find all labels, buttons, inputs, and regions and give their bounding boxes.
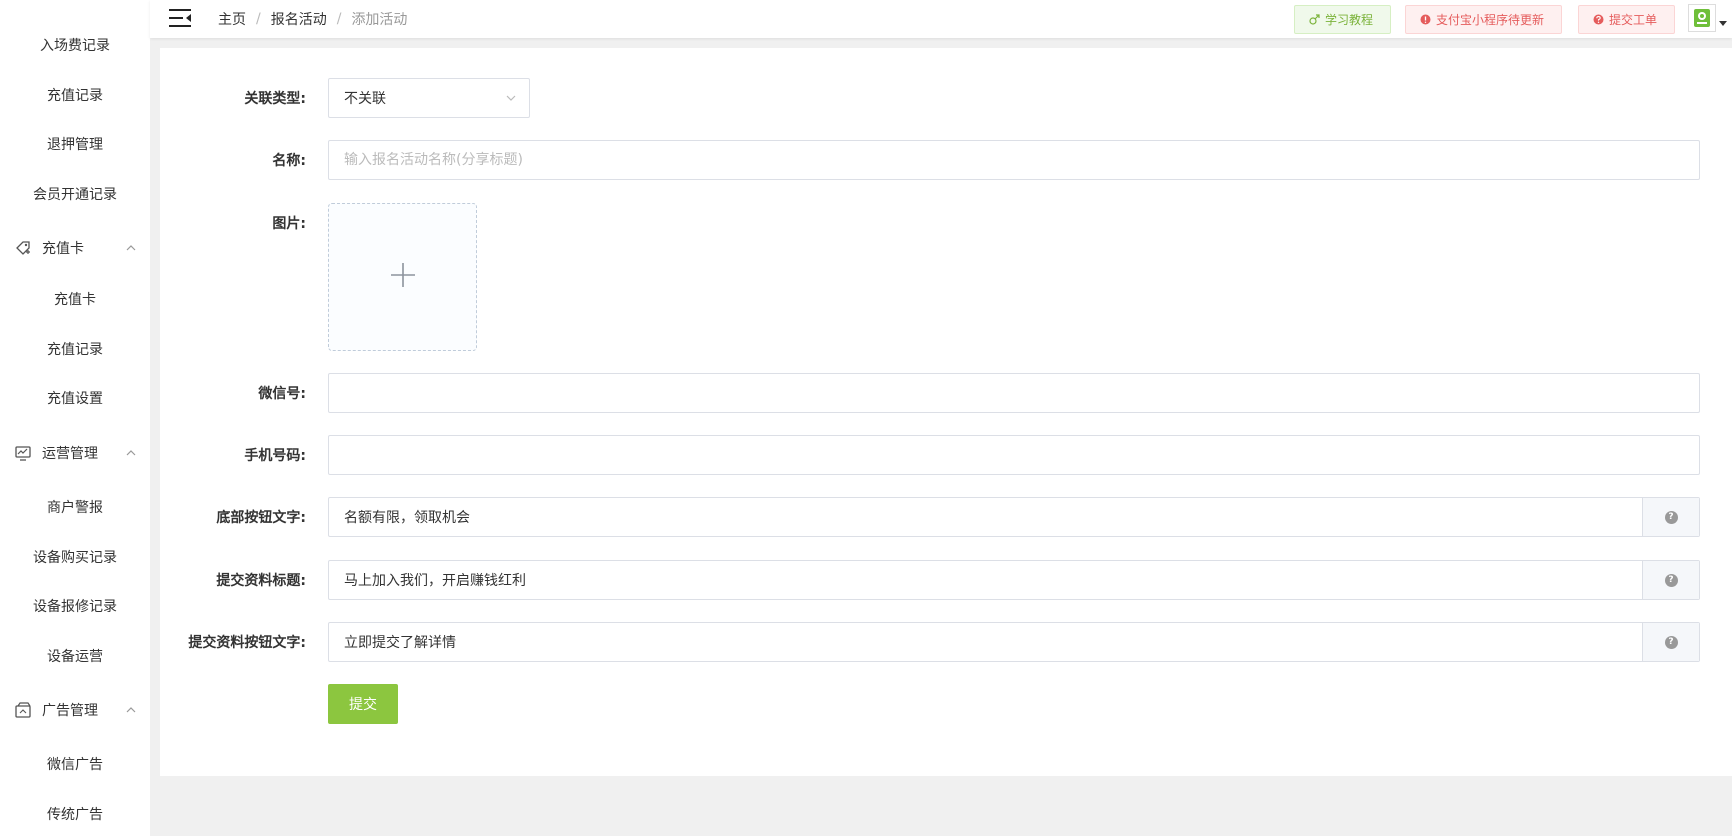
tutorial-label: 学习教程 <box>1325 13 1374 27</box>
relation-type-select[interactable]: 不关联 <box>328 78 530 118</box>
sidebar: 入场费记录 充值记录 退押管理 会员开通记录 充值卡 充值卡 充值记录 充值设置… <box>0 0 150 836</box>
sidebar-item-partial[interactable] <box>0 0 150 11</box>
sidebar-item-recharge-records[interactable]: 充值记录 <box>0 85 150 105</box>
breadcrumb-home[interactable]: 主页 <box>218 9 246 29</box>
sidebar-item-device-repair[interactable]: 设备报修记录 <box>0 596 150 616</box>
submit-ticket-label: 提交工单 <box>1609 13 1658 27</box>
image-upload[interactable] <box>328 203 477 351</box>
chevron-up-icon <box>124 703 138 717</box>
breadcrumb: 主页 / 报名活动 / 添加活动 <box>218 9 407 29</box>
question-icon: ? <box>1664 573 1678 587</box>
sidebar-item-membership-records[interactable]: 会员开通记录 <box>0 184 150 204</box>
bottom-button-text-label: 底部按钮文字: <box>216 510 306 526</box>
sidebar-item-merchant-alerts[interactable]: 商户警报 <box>0 497 150 517</box>
sidebar-group-label: 运营管理 <box>42 446 98 462</box>
sidebar-item-entry-fee-records[interactable]: 入场费记录 <box>0 35 150 55</box>
relation-type-label: 关联类型: <box>244 91 306 107</box>
chevron-up-icon <box>124 446 138 460</box>
breadcrumb-signup-activity[interactable]: 报名活动 <box>271 9 327 29</box>
submit-button[interactable]: 提交 <box>328 684 398 724</box>
caret-down-icon[interactable] <box>1719 21 1727 26</box>
chevron-up-icon <box>124 241 138 255</box>
phone-label: 手机号码: <box>244 448 306 464</box>
bottom-button-text-group: ? <box>328 497 1700 537</box>
sidebar-group-ads[interactable]: 广告管理 <box>0 698 150 722</box>
alert-circle-icon <box>1420 14 1431 25</box>
question-icon: ? <box>1664 635 1678 649</box>
submit-title-input[interactable] <box>329 561 1642 599</box>
sidebar-item-traditional-ads[interactable]: 传统广告 <box>0 804 150 824</box>
sidebar-item-wechat-ads[interactable]: 微信广告 <box>0 754 150 774</box>
sidebar-item-recharge-card-records[interactable]: 充值记录 <box>0 339 150 359</box>
name-input[interactable] <box>328 140 1700 180</box>
submit-button-text-label: 提交资料按钮文字: <box>188 635 306 651</box>
question-icon: ? <box>1664 510 1678 524</box>
avatar[interactable] <box>1688 4 1716 32</box>
phone-input[interactable] <box>328 435 1700 475</box>
image-label: 图片: <box>272 216 306 232</box>
submit-button-text-input[interactable] <box>329 623 1642 661</box>
help-addon[interactable]: ? <box>1642 498 1699 536</box>
help-addon[interactable]: ? <box>1642 561 1699 599</box>
chevron-down-icon <box>505 92 517 104</box>
breadcrumb-separator: / <box>336 11 342 27</box>
tutorial-button[interactable]: 学习教程 <box>1294 5 1391 34</box>
question-circle-icon <box>1593 14 1604 25</box>
submit-button-text-group: ? <box>328 622 1700 662</box>
plus-icon <box>390 262 416 292</box>
breadcrumb-add-activity: 添加活动 <box>351 12 408 28</box>
top-header: 主页 / 报名活动 / 添加活动 学习教程 支付宝小程序待更新 提交工单 <box>150 0 1732 38</box>
name-label: 名称: <box>272 153 306 169</box>
submit-title-label: 提交资料标题: <box>216 573 306 589</box>
sidebar-item-device-purchase[interactable]: 设备购买记录 <box>0 547 150 567</box>
ad-card-icon <box>13 700 33 720</box>
male-symbol-icon <box>1309 14 1320 25</box>
breadcrumb-separator: / <box>256 11 261 27</box>
wechat-input[interactable] <box>328 373 1700 413</box>
help-addon[interactable]: ? <box>1642 623 1699 661</box>
tag-icon <box>13 238 33 258</box>
bottom-button-text-input[interactable] <box>329 498 1642 536</box>
relation-type-value: 不关联 <box>344 91 386 107</box>
sidebar-group-label: 广告管理 <box>42 703 98 719</box>
submit-title-group: ? <box>328 560 1700 600</box>
sidebar-group-recharge-card[interactable]: 充值卡 <box>0 236 150 260</box>
menu-toggle-icon[interactable] <box>168 7 192 29</box>
sidebar-item-deposit-refund[interactable]: 退押管理 <box>0 134 150 154</box>
wechat-label: 微信号: <box>258 386 306 402</box>
sidebar-group-operations[interactable]: 运营管理 <box>0 441 150 465</box>
sidebar-item-recharge-settings[interactable]: 充值设置 <box>0 388 150 408</box>
alipay-update-button[interactable]: 支付宝小程序待更新 <box>1405 5 1562 34</box>
sidebar-group-label: 充值卡 <box>42 241 84 257</box>
submit-ticket-button[interactable]: 提交工单 <box>1578 5 1675 34</box>
sidebar-item-recharge-card[interactable]: 充值卡 <box>0 289 150 309</box>
alipay-update-label: 支付宝小程序待更新 <box>1436 13 1545 27</box>
sidebar-item-device-operations[interactable]: 设备运营 <box>0 646 150 666</box>
monitor-chart-icon <box>13 443 33 463</box>
